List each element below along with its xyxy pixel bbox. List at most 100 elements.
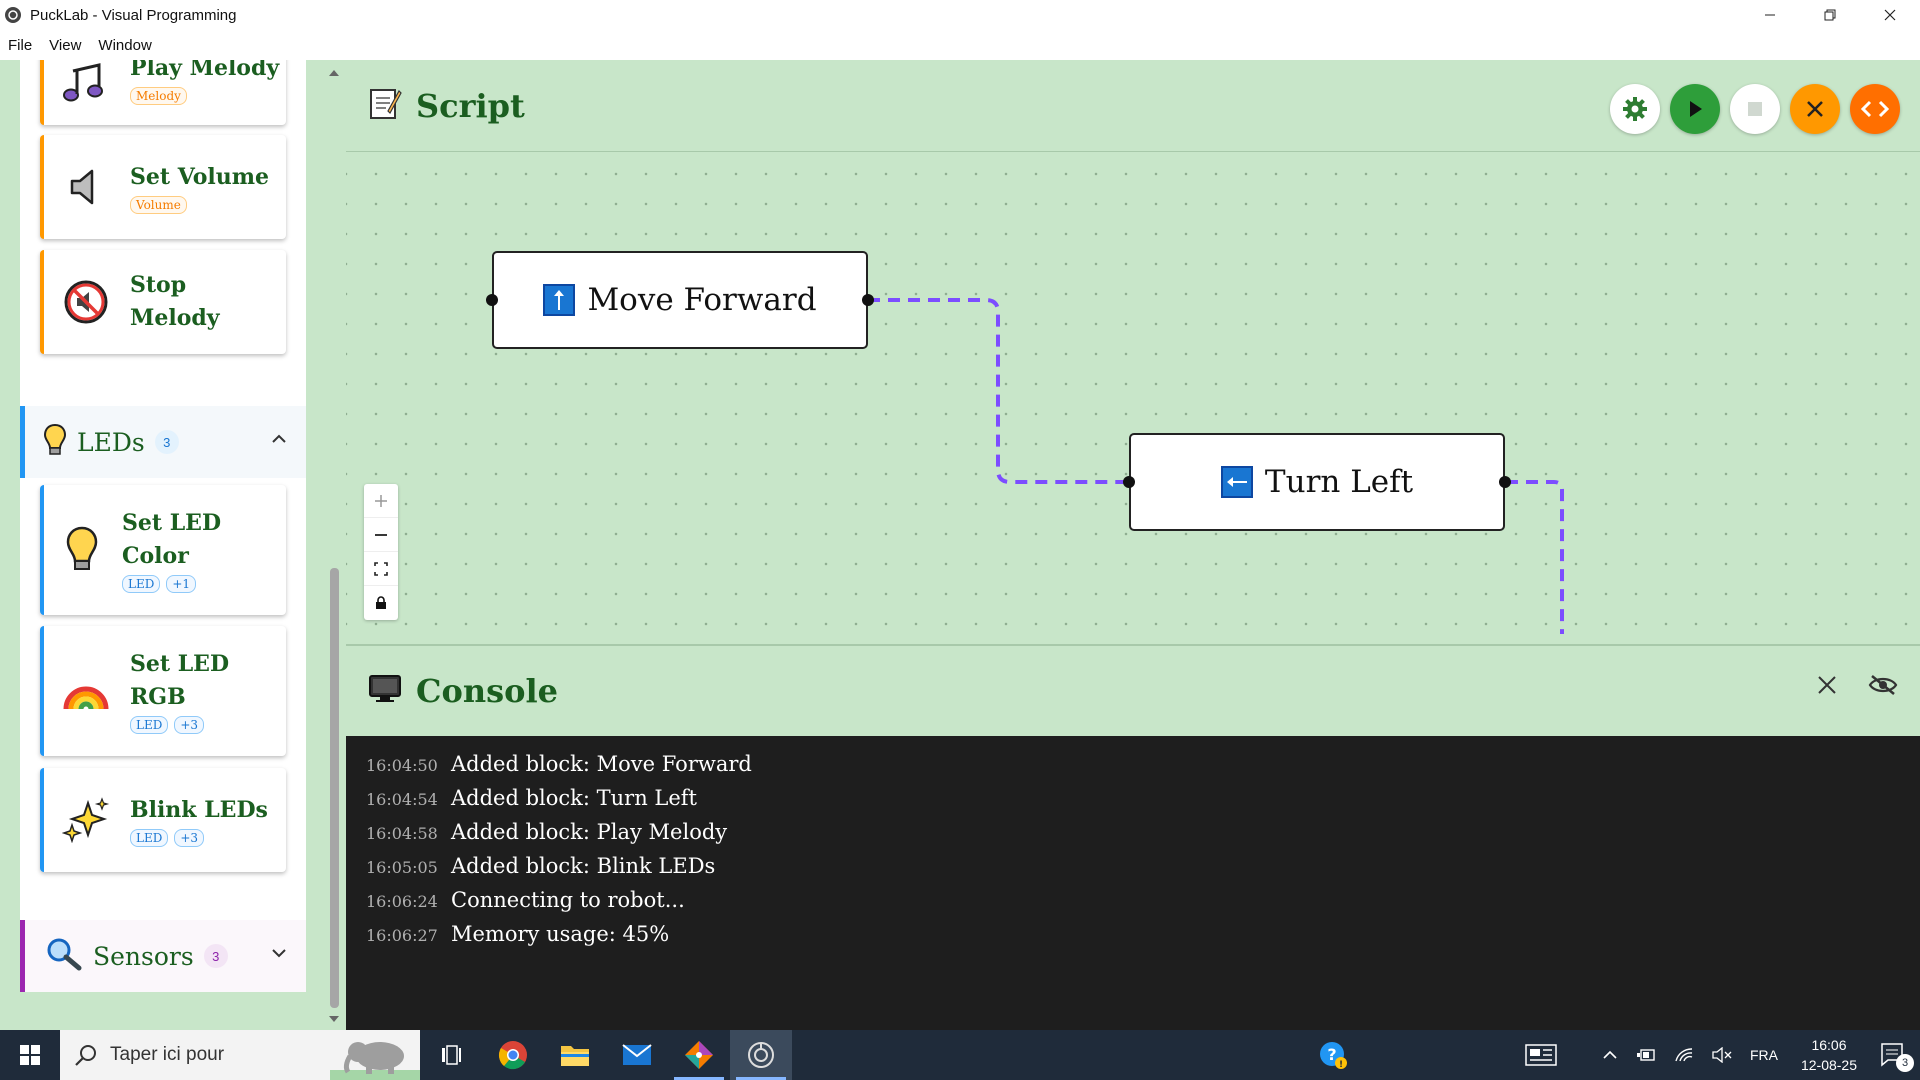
- arrow-left-icon: [1220, 466, 1253, 498]
- minimize-icon: [1765, 14, 1775, 16]
- category-count-badge: 3: [154, 430, 179, 454]
- block-label: Blink LEDs: [130, 796, 268, 823]
- minus-icon: [375, 533, 387, 536]
- windows-logo-icon: [20, 1045, 40, 1065]
- log-time: 16:06:27: [366, 926, 438, 945]
- output-port[interactable]: [1499, 476, 1511, 488]
- chevron-down-icon[interactable]: [270, 944, 288, 967]
- block-stop-melody[interactable]: Stop Melody: [40, 250, 286, 354]
- block-play-melody[interactable]: Play Melody Melody: [40, 60, 286, 125]
- menu-window[interactable]: Window: [98, 37, 151, 54]
- block-label: Move Forward: [587, 282, 817, 318]
- input-port[interactable]: [1123, 476, 1135, 488]
- eye-off-icon: [1868, 675, 1898, 695]
- restore-button[interactable]: [1800, 0, 1860, 30]
- news-widget-icon[interactable]: [1525, 1044, 1557, 1066]
- category-sensors-header[interactable]: Sensors 3: [20, 920, 306, 992]
- task-view-icon: [442, 1045, 461, 1065]
- zoom-in-button[interactable]: [364, 484, 398, 518]
- console-close-button[interactable]: [1816, 674, 1838, 701]
- block-set-led-rgb[interactable]: Set LED RGB LED +3: [40, 626, 286, 756]
- app-logo-icon: [5, 7, 21, 23]
- wifi-icon[interactable]: [1674, 1047, 1694, 1063]
- taskbar-chrome[interactable]: [482, 1030, 544, 1080]
- menu-bar: File View Window: [0, 30, 1920, 60]
- code-view-button[interactable]: [1850, 84, 1900, 134]
- script-header: Script: [346, 60, 1920, 152]
- notification-center-button[interactable]: 3: [1880, 1042, 1914, 1072]
- run-button[interactable]: [1670, 84, 1720, 134]
- lock-button[interactable]: [364, 586, 398, 620]
- log-entry: 16:06:27 Memory usage: 45%: [346, 922, 1920, 956]
- speaker-icon: [56, 167, 116, 207]
- scroll-up-arrow-icon[interactable]: [326, 66, 342, 82]
- chevron-up-icon[interactable]: [1602, 1047, 1618, 1063]
- battery-icon[interactable]: [1636, 1047, 1656, 1063]
- taskbar-pucklab[interactable]: [730, 1030, 792, 1080]
- block-label: Play Melody: [130, 60, 280, 81]
- log-entry: 16:04:58 Added block: Play Melody: [346, 820, 1920, 854]
- fit-view-icon: [374, 561, 388, 576]
- lightbulb-icon: [43, 423, 67, 462]
- input-language[interactable]: FRA: [1750, 1047, 1778, 1063]
- tag-badge: LED: [130, 716, 169, 734]
- script-block-move-forward[interactable]: Move Forward: [486, 251, 874, 349]
- output-port[interactable]: [862, 294, 874, 306]
- block-set-volume[interactable]: Set Volume Volume: [40, 135, 286, 239]
- pucklab-app-icon: [748, 1042, 774, 1068]
- start-button[interactable]: [0, 1030, 60, 1080]
- category-title: Sensors: [93, 941, 194, 971]
- taskbar-file-explorer[interactable]: [544, 1030, 606, 1080]
- taskbar-git-app[interactable]: [668, 1030, 730, 1080]
- log-message: Memory usage: 45%: [451, 922, 670, 946]
- input-port[interactable]: [486, 294, 498, 306]
- console-title: Console: [416, 672, 558, 710]
- settings-button[interactable]: [1610, 84, 1660, 134]
- mail-icon: [622, 1044, 652, 1065]
- category-leds-header[interactable]: LEDs 3: [20, 406, 306, 478]
- minimize-button[interactable]: [1740, 0, 1800, 30]
- fit-view-button[interactable]: [364, 552, 398, 586]
- tag-badge: Volume: [130, 195, 187, 214]
- notification-count-badge: 3: [1896, 1054, 1914, 1072]
- tag-badge: +3: [174, 828, 205, 847]
- stop-icon: [1748, 102, 1762, 116]
- stop-button[interactable]: [1730, 84, 1780, 134]
- monitor-icon: [368, 674, 402, 709]
- gear-icon: [1623, 97, 1647, 121]
- window-title: PuckLab - Visual Programming: [30, 6, 237, 24]
- system-clock[interactable]: 16:06 12-08-25: [1801, 1035, 1857, 1075]
- help-icon: ?!: [1320, 1042, 1347, 1070]
- lightbulb-icon: [52, 526, 112, 574]
- close-window-button[interactable]: [1860, 0, 1920, 30]
- taskbar-mail[interactable]: [606, 1030, 668, 1080]
- restore-icon: [1824, 9, 1836, 21]
- log-time: 16:04:54: [366, 790, 438, 809]
- console-log: 16:04:50 Added block: Move Forward 16:04:…: [346, 736, 1920, 1030]
- block-label: Set Volume: [130, 163, 270, 190]
- sidebar-scroll-thumb[interactable]: [330, 568, 339, 1008]
- block-set-led-color[interactable]: Set LED Color LED +1: [40, 485, 286, 615]
- log-message: Added block: Turn Left: [451, 786, 697, 810]
- memo-icon: [368, 85, 402, 126]
- zoom-out-button[interactable]: [364, 518, 398, 552]
- taskbar-search[interactable]: Taper ici pour: [60, 1030, 420, 1080]
- script-title: Script: [416, 86, 525, 125]
- log-entry: 16:06:24 Connecting to robot...: [346, 888, 1920, 922]
- clear-button[interactable]: [1790, 84, 1840, 134]
- scroll-down-arrow-icon[interactable]: [326, 1010, 342, 1026]
- lock-icon: [376, 596, 386, 609]
- console-hide-button[interactable]: [1868, 674, 1898, 701]
- script-block-turn-left[interactable]: Turn Left: [1123, 433, 1511, 531]
- volume-muted-icon[interactable]: [1712, 1047, 1732, 1063]
- plus-icon: [375, 494, 387, 507]
- console-header: Console: [346, 644, 1920, 736]
- help-button[interactable]: ?!: [1318, 1040, 1348, 1075]
- log-message: Added block: Play Melody: [451, 820, 728, 844]
- chevron-up-icon[interactable]: [270, 430, 288, 453]
- block-blink-leds[interactable]: Blink LEDs LED +3: [40, 768, 286, 872]
- clock-date: 12-08-25: [1800, 1057, 1857, 1073]
- menu-file[interactable]: File: [8, 37, 32, 54]
- menu-view[interactable]: View: [49, 37, 81, 54]
- task-view-button[interactable]: [420, 1030, 482, 1080]
